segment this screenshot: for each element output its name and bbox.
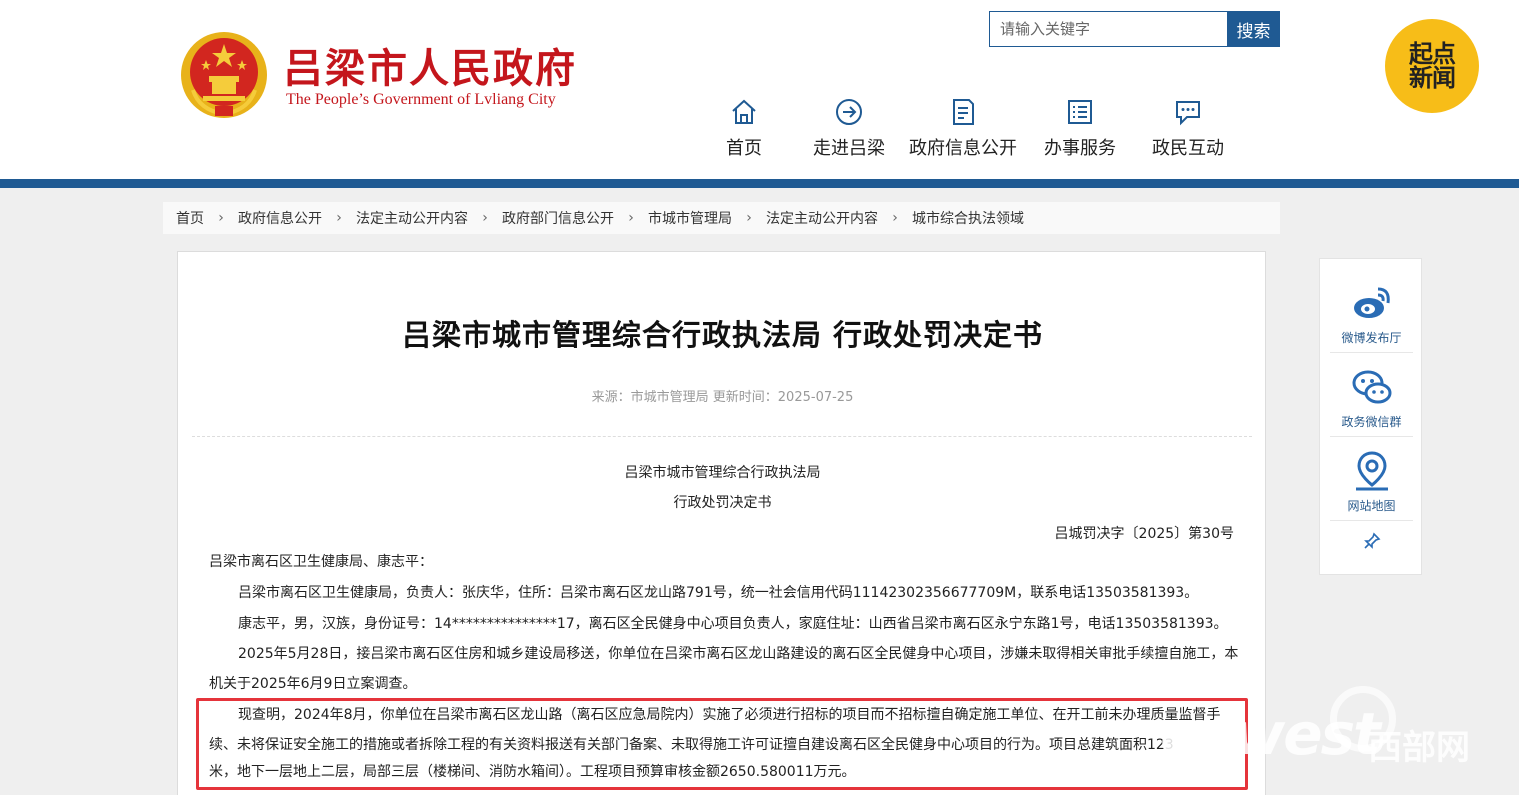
- breadcrumb-item[interactable]: 政府信息公开: [238, 208, 322, 228]
- nav-services[interactable]: 办事服务: [1043, 97, 1117, 161]
- chevron-right-icon: ›: [628, 210, 634, 226]
- wechat-icon: [1352, 370, 1391, 404]
- qidian-news-logo[interactable]: 起点 新闻: [1385, 19, 1479, 113]
- nav-gov-info-label: 政府信息公开: [909, 138, 1017, 159]
- article-meta: 来源：市城市管理局 更新时间：2025-07-25: [591, 390, 854, 405]
- breadcrumb-item[interactable]: 政府部门信息公开: [502, 208, 614, 228]
- nav-gov-info[interactable]: 政府信息公开: [908, 97, 1018, 161]
- addressee: 吕梁市离石区卫生健康局、康志平：: [209, 554, 433, 570]
- header-divider-bar: [0, 179, 1519, 188]
- nav-home-label: 首页: [726, 138, 762, 159]
- article-divider: [192, 436, 1252, 437]
- chevron-right-icon: ›: [892, 210, 898, 226]
- chevron-right-icon: ›: [218, 210, 224, 226]
- weibo-label: 微博发布厅: [1341, 331, 1402, 345]
- sitemap-label: 网站地图: [1347, 499, 1396, 513]
- search-button[interactable]: 搜索: [1227, 11, 1280, 47]
- chevron-right-icon: ›: [482, 210, 488, 226]
- pin-toggle-button[interactable]: [1330, 523, 1413, 559]
- national-emblem-icon: [181, 32, 267, 118]
- weibo-link[interactable]: 微博发布厅: [1330, 269, 1413, 353]
- nav-home[interactable]: 首页: [725, 97, 763, 161]
- site-header: 吕梁市人民政府 The People’s Government of Lvlia…: [0, 0, 1519, 179]
- nav-interaction-label: 政民互动: [1152, 138, 1224, 159]
- nav-interaction[interactable]: 政民互动: [1151, 97, 1225, 161]
- list-icon: [1068, 100, 1092, 124]
- nav-about-label: 走进吕梁: [813, 138, 885, 159]
- side-share-panel: 微博发布厅 政务微信群 网站地图: [1319, 258, 1422, 575]
- sitemap-link[interactable]: 网站地图: [1330, 437, 1413, 521]
- paragraph: 康志平，男，汉族，身份证号：14***************17，离石区全民健…: [238, 616, 1228, 632]
- logo-text-line1: 起点: [1409, 40, 1456, 68]
- document-icon: [953, 99, 974, 125]
- weibo-icon: [1353, 287, 1390, 318]
- issuing-org: 吕梁市城市管理综合行政执法局: [624, 465, 821, 481]
- nav-services-label: 办事服务: [1044, 138, 1116, 159]
- site-subtitle: The People’s Government of Lvliang City: [286, 91, 556, 108]
- wechat-label: 政务微信群: [1341, 415, 1402, 429]
- pin-icon: [1363, 532, 1380, 549]
- breadcrumb-item[interactable]: 法定主动公开内容: [356, 208, 468, 228]
- watermark-cn: 西部网: [1368, 728, 1470, 768]
- home-icon: [732, 99, 756, 124]
- chat-icon: [1176, 101, 1200, 126]
- watermark-ring: [1330, 686, 1396, 752]
- paragraph-line: 机关于2025年6月9日立案调查。: [209, 676, 417, 692]
- logo-text-line2: 新闻: [1409, 64, 1456, 92]
- document-number: 吕城罚决字〔2025〕第30号: [1054, 526, 1234, 542]
- search-input[interactable]: [989, 11, 1228, 47]
- paragraph-line: 2025年5月28日，接吕梁市离石区住房和城乡建设局移送，你单位在吕梁市离石区龙…: [238, 646, 1239, 662]
- map-pin-icon: [1355, 451, 1388, 491]
- breadcrumb: 首页 › 政府信息公开 › 法定主动公开内容 › 政府部门信息公开 › 市城市管…: [163, 202, 1280, 234]
- site-title[interactable]: 吕梁市人民政府: [283, 36, 577, 94]
- breadcrumb-item[interactable]: 法定主动公开内容: [766, 208, 878, 228]
- breadcrumb-item[interactable]: 市城市管理局: [648, 208, 732, 228]
- wechat-link[interactable]: 政务微信群: [1330, 353, 1413, 437]
- article-title: 吕梁市城市管理综合行政执法局 行政处罚决定书: [401, 318, 1044, 352]
- red-highlight-box: [196, 698, 1248, 790]
- paragraph: 吕梁市离石区卫生健康局，负责人：张庆华，住所：吕梁市离石区龙山路791号，统一社…: [238, 585, 1199, 601]
- nav-about-lvliang[interactable]: 走进吕梁: [811, 97, 887, 161]
- chevron-right-icon: ›: [336, 210, 342, 226]
- arrow-circle-icon: [836, 99, 862, 125]
- breadcrumb-item[interactable]: 首页: [176, 208, 204, 228]
- breadcrumb-item[interactable]: 城市综合执法领域: [912, 208, 1024, 228]
- chevron-right-icon: ›: [746, 210, 752, 226]
- document-type: 行政处罚决定书: [673, 495, 772, 511]
